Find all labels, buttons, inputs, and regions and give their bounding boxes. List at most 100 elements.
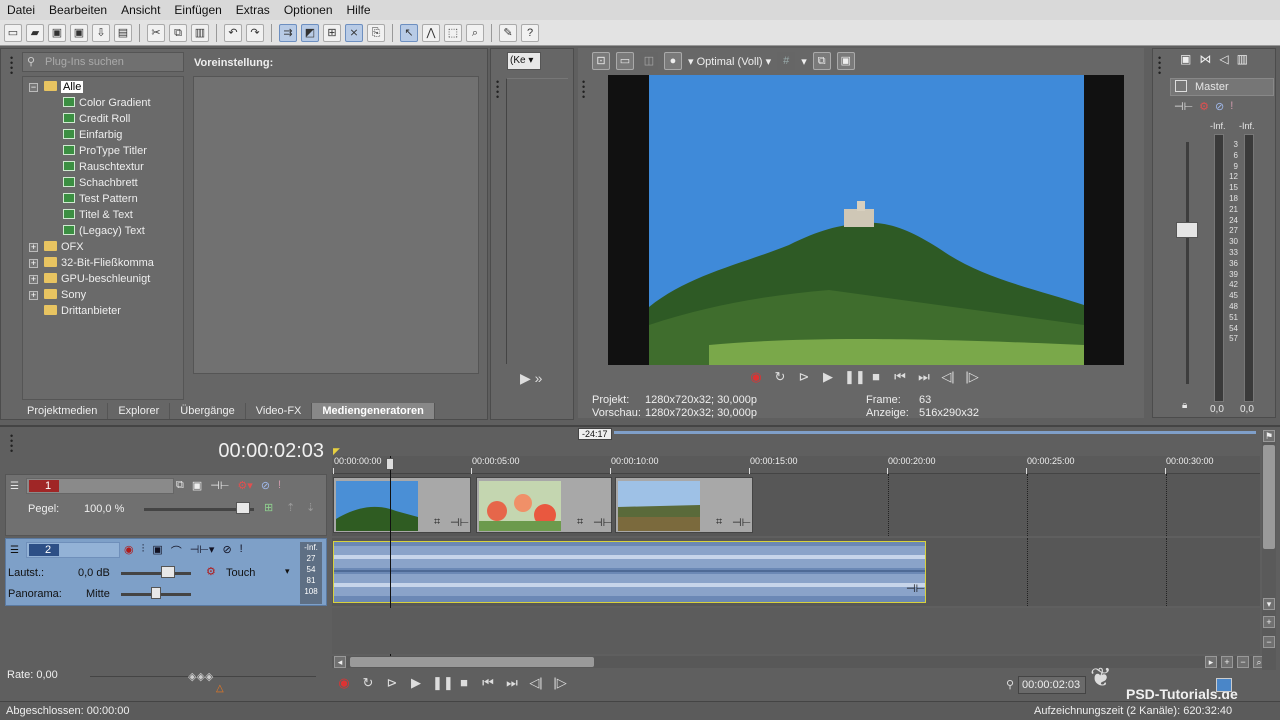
undo-icon[interactable]: ↶ — [224, 23, 242, 42]
automation-mode[interactable]: Touch — [226, 567, 255, 579]
clip-fx-icon[interactable]: ⊣⊢ — [732, 516, 751, 529]
auto-ripple-icon[interactable]: ⇉ — [279, 23, 297, 42]
open-folder-icon[interactable]: ▰ — [26, 23, 44, 42]
expand-icon[interactable]: + — [29, 275, 38, 284]
chevron-down-icon[interactable]: ▾ — [801, 55, 807, 68]
video-track-header[interactable]: ☰ 1 ⧉ ▣ ⊣⊢ ⚙▾ ⊘ ! Pegel: 100,0 % ⊞ ⇡ ⇣ — [5, 474, 327, 536]
menu-bearbeiten[interactable]: Bearbeiten — [42, 3, 114, 17]
cut-icon[interactable]: ✂ — [147, 23, 165, 42]
video-fx-icon[interactable]: ● — [664, 52, 682, 70]
grouping-icon[interactable]: ⎘ — [367, 23, 385, 42]
quality-dropdown[interactable]: ▾ Optimal (Voll) ▾ — [688, 55, 771, 68]
scroll-thumb[interactable] — [350, 657, 594, 667]
track-motion-icon[interactable]: ⊞ — [264, 501, 273, 514]
cursor-time-field[interactable]: 00:00:02:03 — [1018, 676, 1086, 694]
mute-icon[interactable]: ⊘ — [1215, 100, 1224, 113]
clip-fx-icon[interactable]: ⊣⊢ — [593, 516, 612, 529]
preset-list[interactable] — [193, 76, 479, 374]
menu-einfuegen[interactable]: Einfügen — [167, 3, 228, 17]
save-icon[interactable]: ▣ — [48, 23, 66, 42]
plugin-search-input[interactable]: ⚲ Plug-Ins suchen — [22, 52, 184, 72]
previous-frame-icon[interactable]: ◁| — [528, 676, 544, 690]
mixer-properties-icon[interactable]: ▣ — [1180, 52, 1191, 66]
selection-tool-icon[interactable]: ⬚ — [444, 23, 462, 42]
next-frame-icon[interactable]: |▷ — [552, 676, 568, 690]
automation-icon[interactable]: ⌒ — [171, 543, 182, 559]
move-down-icon[interactable]: ⇣ — [306, 501, 315, 514]
loop-icon[interactable]: ↻ — [772, 370, 788, 384]
clip-fx-icon[interactable]: ⊣⊢ — [450, 516, 469, 529]
mute-icon[interactable]: ⊘ — [261, 479, 270, 492]
play-from-start-icon[interactable]: ⊳ — [796, 370, 812, 384]
pause-icon[interactable]: ❚❚ — [844, 370, 866, 384]
chevron-down-icon[interactable]: ▾ — [285, 566, 290, 577]
compositing-mode-icon[interactable]: ⧉ — [176, 479, 184, 492]
go-to-start-icon[interactable]: ⏮ — [480, 676, 496, 690]
go-to-end-icon[interactable]: ⏭ — [916, 370, 932, 384]
crop-icon[interactable]: ⌗ — [434, 516, 440, 529]
tree-item-color-gradient[interactable]: Color Gradient — [63, 95, 151, 111]
play-from-start-icon[interactable]: ⊳ — [384, 676, 400, 690]
normal-edit-tool-icon[interactable]: ↖ — [400, 23, 418, 42]
solo-icon[interactable]: ! — [1230, 100, 1233, 113]
menu-hilfe[interactable]: Hilfe — [340, 3, 378, 17]
track-collapse-icon[interactable]: ☰ — [10, 481, 19, 492]
solo-icon[interactable]: ! — [240, 543, 243, 559]
save-as-icon[interactable]: ▣ — [70, 23, 88, 42]
mute-icon[interactable]: ⊘ — [222, 543, 231, 559]
tree-folder-gpu[interactable]: + GPU-beschleunigt — [29, 271, 150, 287]
preview-properties-icon[interactable]: ⊡ — [592, 52, 610, 70]
dim-output-icon[interactable]: ◁ — [1219, 52, 1228, 66]
track-collapse-icon[interactable]: ☰ — [10, 545, 19, 556]
tree-item-test-pattern[interactable]: Test Pattern — [63, 191, 138, 207]
track-gear-icon[interactable]: ⚙▾ — [237, 479, 252, 492]
tree-folder-32bit[interactable]: +32-Bit-Fließkomma — [29, 255, 154, 271]
audio-track-header[interactable]: ☰ 2 ◉ ⫶ ▣ ⌒ ⊣⊢▾ ⊘ ! Lautst.: 0,0 dB ⚙ To… — [5, 538, 327, 606]
go-to-start-icon[interactable]: ⏮ — [892, 370, 908, 384]
tree-item-rauschtextur[interactable]: Rauschtextur — [63, 159, 144, 175]
stop-icon[interactable]: ■ — [868, 370, 884, 384]
render-icon[interactable]: ⇩ — [92, 23, 110, 42]
envelope-tool-icon[interactable]: ⋀ — [422, 23, 440, 42]
tree-item-credit-roll[interactable]: Credit Roll — [63, 111, 130, 127]
rate-slider-icon[interactable]: ◈◈◈ — [188, 670, 213, 683]
mixer-view-icon[interactable]: ▥ — [1237, 52, 1248, 66]
loop-region-bar[interactable] — [614, 431, 1256, 434]
zoom-tool-icon[interactable]: ⌕ — [466, 23, 484, 42]
marker-icon[interactable]: ⚑ — [1263, 430, 1275, 442]
tree-folder-sony[interactable]: + Sony — [29, 287, 86, 303]
scroll-left-icon[interactable]: ◂ — [334, 656, 346, 668]
split-screen-icon[interactable]: ◫ — [640, 52, 658, 70]
play-icon[interactable]: ▶ — [820, 370, 836, 384]
tree-item-einfarbig[interactable]: Einfarbig — [63, 127, 122, 143]
insert-fx-icon[interactable]: ⊣⊢ — [1174, 100, 1193, 113]
overlays-icon[interactable]: # — [777, 52, 796, 70]
timeline-ruler[interactable]: 00:00:00:00 00:00:05:00 00:00:10:00 00:0… — [332, 456, 1260, 474]
solo-icon[interactable]: ! — [278, 479, 281, 492]
video-clip[interactable]: ⌗ ⊣⊢ — [476, 477, 612, 533]
track-fx-icon[interactable]: ⊣⊢ — [210, 479, 229, 492]
track-properties-icon[interactable]: ▣ — [152, 543, 162, 559]
menu-datei[interactable]: Datei — [0, 3, 42, 17]
save-snapshot-icon[interactable]: ▣ — [836, 52, 855, 70]
tree-item-schachbrett[interactable]: Schachbrett — [63, 175, 138, 191]
tree-folder-ofx[interactable]: + OFX — [29, 239, 84, 255]
panel-grip-icon[interactable]: • • • • — [10, 54, 14, 78]
crop-icon[interactable]: ⌗ — [577, 516, 583, 529]
play-icon[interactable]: ▶ » — [520, 370, 542, 387]
video-clip[interactable]: ⌗ ⊣⊢ — [333, 477, 471, 533]
pegel-slider[interactable] — [236, 502, 250, 514]
expand-icon[interactable]: + — [29, 291, 38, 300]
volume-slider[interactable] — [161, 566, 175, 578]
zoom-in-vertical-icon[interactable]: + — [1263, 616, 1275, 628]
tree-item-protype-titler[interactable]: ProType Titler — [63, 143, 147, 159]
automation-gear-icon[interactable]: ⚙ — [206, 565, 216, 578]
snapping-icon[interactable]: ⊞ — [323, 23, 341, 42]
new-file-icon[interactable]: ▭ — [4, 23, 22, 42]
stop-icon[interactable]: ■ — [456, 676, 472, 690]
region-marker[interactable]: -24:17 — [578, 428, 612, 440]
tree-folder-drittanbieter[interactable]: Drittanbieter — [44, 303, 121, 319]
go-to-end-icon[interactable]: ⏭ — [504, 676, 520, 690]
record-icon[interactable]: ◉ — [748, 370, 764, 384]
help-cursor-icon[interactable]: ? — [521, 23, 539, 42]
